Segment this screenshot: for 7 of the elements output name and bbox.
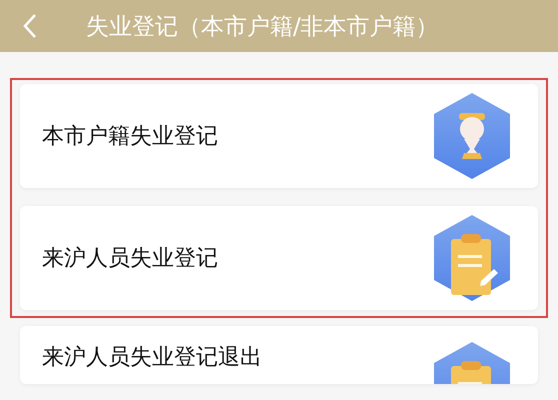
list-card[interactable]: 来沪人员失业登记 — [20, 206, 538, 310]
list-card[interactable]: 本市户籍失业登记 — [20, 84, 538, 188]
list-card[interactable]: 来沪人员失业登记退出 — [20, 326, 538, 384]
back-icon[interactable] — [22, 13, 38, 39]
clipboard-pen-icon — [434, 215, 510, 301]
person-hourglass-icon — [434, 93, 510, 179]
page-title: 失业登记（本市户籍/非本市户籍） — [86, 12, 439, 42]
